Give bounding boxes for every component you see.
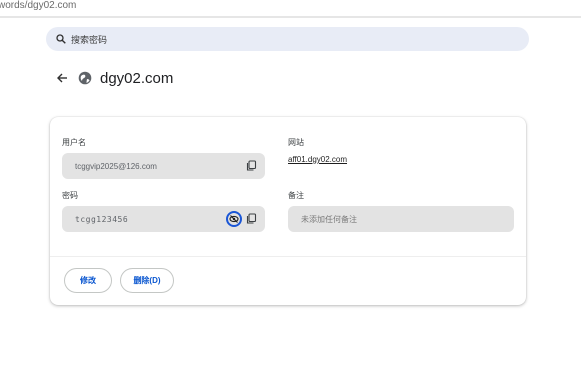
notes-field[interactable]: 未添加任何备注 — [288, 206, 514, 232]
edit-button[interactable]: 修改 — [64, 268, 112, 293]
website-label: 网站 — [288, 138, 304, 147]
copy-icon[interactable] — [246, 213, 257, 224]
search-placeholder: 搜索密码 — [71, 34, 108, 45]
eye-off-icon — [229, 215, 239, 223]
password-label: 密码 — [62, 191, 78, 200]
page-title: dgy02.com — [100, 69, 174, 87]
search-icon — [56, 34, 66, 44]
username-value: tcggvip2025@126.com — [75, 161, 157, 171]
username-field[interactable]: tcggvip2025@126.com — [62, 153, 265, 179]
password-value: tcgg123456 — [75, 214, 129, 224]
globe-icon — [78, 71, 92, 85]
address-bar[interactable]: words/dgy02.com — [0, 0, 581, 18]
toggle-password-visibility-button[interactable] — [226, 211, 242, 227]
search-input[interactable]: 搜索密码 — [46, 27, 529, 51]
back-arrow-icon[interactable] — [56, 72, 68, 84]
copy-icon[interactable] — [246, 160, 257, 171]
delete-button[interactable]: 删除(D) — [120, 268, 174, 293]
toolbar-divider — [0, 16, 581, 18]
page-header: dgy02.com — [56, 67, 173, 89]
address-bar-url[interactable]: words/dgy02.com — [0, 0, 76, 11]
notes-placeholder: 未添加任何备注 — [301, 214, 357, 224]
notes-label: 备注 — [288, 191, 304, 200]
card-divider — [50, 256, 526, 257]
password-details-card: 用户名 tcggvip2025@126.com 密码 tcgg123456 网站… — [50, 117, 526, 305]
website-link[interactable]: aff01.dgy02.com — [288, 155, 347, 164]
username-label: 用户名 — [62, 138, 86, 147]
